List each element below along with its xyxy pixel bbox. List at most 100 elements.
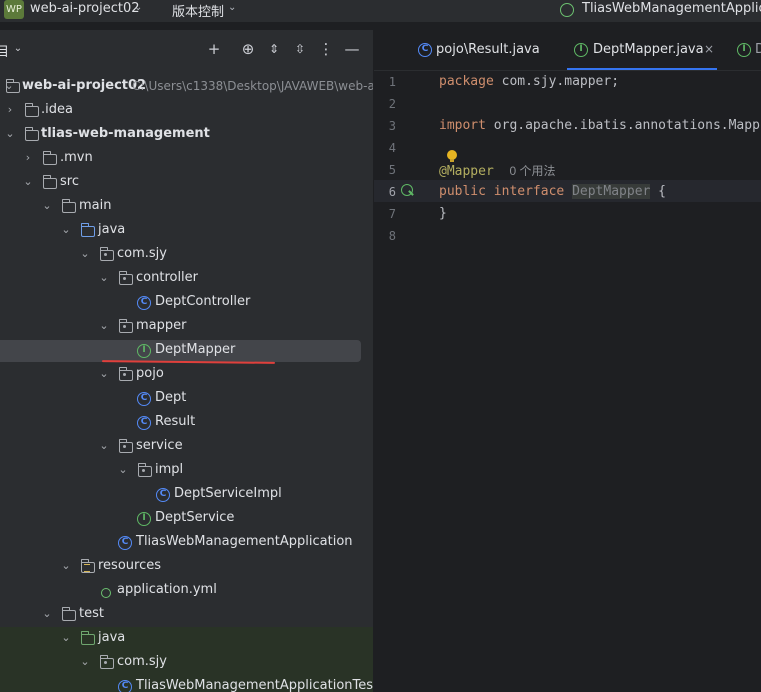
project-panel-header: 目 ⌄ + ⊕ ⇕ ⇳ ⋮ — [0, 30, 373, 70]
locate-icon[interactable]: ⊕ [240, 41, 256, 57]
code-text: com.sjy.mapper; [493, 74, 620, 89]
tree-item-dept[interactable]: C Dept [0, 387, 373, 411]
tree-item-label: test [79, 606, 104, 621]
tree-item-com-sjy[interactable]: ⌄ com.sjy [0, 243, 373, 267]
chevron-down-icon[interactable]: ⌄ [42, 608, 52, 619]
run-config-label: TliasWebManagementApplicati [582, 1, 761, 16]
keyword: interface [493, 184, 565, 199]
tab-dept-mapper-java[interactable]: I DeptMapper.java × [567, 30, 717, 70]
tab-label: D [755, 42, 761, 57]
chevron-down-icon[interactable]: ⌄ [134, 2, 142, 13]
tree-item-label: application.yml [117, 582, 217, 597]
chevron-down-icon[interactable]: ⌄ [99, 368, 109, 379]
code-text: } [439, 206, 447, 221]
minimize-icon[interactable]: — [344, 41, 360, 57]
tree-item-label: service [136, 438, 183, 453]
tree-item-controller[interactable]: ⌄ controller [0, 267, 373, 291]
expand-all-icon[interactable]: ⇕ [266, 41, 282, 57]
tree-item-mapper[interactable]: ⌄ mapper [0, 315, 373, 339]
chevron-down-icon[interactable]: ⌄ [80, 248, 90, 259]
chevron-right-icon[interactable]: › [23, 152, 33, 163]
tree-item-dept-service-impl[interactable]: C DeptServiceImpl [0, 483, 373, 507]
tree-item-java[interactable]: ⌄ java [0, 219, 373, 243]
project-badge[interactable]: WP [4, 0, 24, 19]
chevron-down-icon[interactable]: ⌄ [99, 440, 109, 451]
chevron-down-icon[interactable]: ⌄ [42, 200, 52, 211]
package-icon [99, 247, 114, 261]
more-options-icon[interactable]: ⋮ [318, 41, 334, 57]
tab-overflow[interactable]: I D [729, 30, 761, 70]
code-text: { [650, 184, 667, 199]
tree-item-result[interactable]: C Result [0, 411, 373, 435]
tree-item-main[interactable]: ⌄ main [0, 195, 373, 219]
interface-icon: I [737, 43, 751, 57]
code-editor[interactable]: 1 2 3 4 5 6 7 8 package com.sjy.mapper; … [374, 70, 761, 692]
tree-item-label: TliasWebManagementApplication [136, 534, 353, 549]
chevron-down-icon[interactable]: ⌄ [80, 656, 90, 667]
tree-item-pojo[interactable]: ⌄ pojo [0, 363, 373, 387]
chevron-down-icon[interactable]: ⌄ [61, 632, 71, 643]
tree-item-dept-controller[interactable]: C DeptController [0, 291, 373, 315]
add-icon[interactable]: + [206, 41, 222, 57]
code-line-1: package com.sjy.mapper; [439, 74, 619, 89]
chevron-down-icon[interactable]: ⌄ [61, 560, 71, 571]
folder-icon [61, 199, 76, 213]
tree-item-label: TliasWebManagementApplicationTests [136, 678, 373, 692]
package-icon [118, 271, 133, 285]
tree-item-tlias-web-management[interactable]: ⌄ tlias-web-management [0, 123, 373, 147]
tree-item-dept-mapper[interactable]: I DeptMapper [0, 339, 373, 363]
tab-label: DeptMapper.java [593, 42, 704, 57]
tree-item-test-java[interactable]: ⌄ java [0, 627, 373, 651]
code-line-7: } [439, 206, 447, 221]
lightbulb-icon[interactable] [447, 150, 457, 162]
chevron-down-icon[interactable]: ⌄ [61, 224, 71, 235]
implementations-gutter-icon[interactable] [401, 184, 413, 196]
vcs-menu[interactable]: 版本控制 [172, 1, 224, 20]
close-tab-icon[interactable]: × [704, 42, 714, 56]
chevron-down-icon[interactable]: ⌄ [23, 176, 33, 187]
line-number: 4 [388, 141, 396, 155]
tree-item-test[interactable]: ⌄ test [0, 603, 373, 627]
tab-result-java[interactable]: C pojo\Result.java [410, 30, 555, 70]
tree-item-test-com-sjy[interactable]: ⌄ com.sjy [0, 651, 373, 675]
tree-item-src[interactable]: ⌄ src [0, 171, 373, 195]
chevron-down-icon[interactable]: ⌄ [99, 320, 109, 331]
tree-item-dept-service[interactable]: I DeptService [0, 507, 373, 531]
tree-item-tlias-web-management-application[interactable]: C TliasWebManagementApplication [0, 531, 373, 555]
tree-item-service[interactable]: ⌄ service [0, 435, 373, 459]
tree-item-mvn[interactable]: › .mvn [0, 147, 373, 171]
tree-item-label: com.sjy [117, 246, 167, 261]
tree-item-label: DeptController [155, 294, 251, 309]
chevron-down-icon[interactable]: ⌄ [5, 128, 15, 139]
tree-item-resources[interactable]: ⌄ resources [0, 555, 373, 579]
chevron-down-icon[interactable]: ⌄ [118, 464, 128, 475]
chevron-right-icon[interactable]: › [5, 104, 15, 115]
annotation: @Mapper [439, 164, 494, 179]
tree-item-label: .idea [41, 102, 73, 117]
test-source-folder-icon [80, 631, 95, 645]
tree-item-project-root[interactable]: ⌄ web-ai-project02 C:\Users\c1338\Deskto… [0, 75, 373, 99]
tree-item-label: resources [98, 558, 162, 573]
editor-area: C pojo\Result.java I DeptMapper.java × I… [374, 30, 761, 692]
tree-item-impl[interactable]: ⌄ impl [0, 459, 373, 483]
code-line-6: public interface DeptMapper { [439, 184, 666, 199]
collapse-all-icon[interactable]: ⇳ [292, 41, 308, 57]
project-name[interactable]: web-ai-project02 [30, 1, 140, 16]
tree-item-idea[interactable]: › .idea [0, 99, 373, 123]
resources-folder-icon [80, 559, 95, 573]
class-icon: C [156, 488, 170, 502]
tree-item-label: src [60, 174, 79, 189]
folder-icon [42, 175, 57, 189]
chevron-down-icon[interactable]: ⌄ [99, 272, 109, 283]
class-icon: C [137, 392, 151, 406]
usages-hint[interactable]: 0 个用法 [509, 164, 555, 178]
spring-boot-icon [560, 3, 574, 17]
class-icon: C [137, 296, 151, 310]
panel-title[interactable]: 目 [0, 41, 9, 60]
chevron-down-icon[interactable]: ⌄ [228, 2, 236, 13]
chevron-down-icon[interactable]: ⌄ [10, 41, 26, 57]
keyword: package [439, 74, 494, 89]
tree-item-label: pojo [136, 366, 164, 381]
tree-item-application-yml[interactable]: application.yml [0, 579, 373, 603]
tree-item-tlias-tests[interactable]: C TliasWebManagementApplicationTests [0, 675, 373, 692]
